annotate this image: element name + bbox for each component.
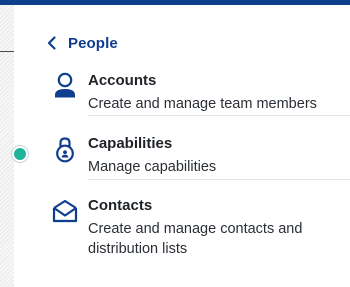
accounts-title: Accounts [88,72,157,89]
left-background-strip [0,5,14,287]
contacts-description: Create and manage contacts and distribut… [88,221,303,257]
lock-icon [50,134,80,164]
menu-item-accounts[interactable]: Accounts Create and manage team members [50,71,350,117]
contacts-title: Contacts [88,197,153,214]
chevron-left-icon [47,36,56,50]
people-panel: People Accounts Create and manage team m… [12,5,350,287]
capabilities-title: Capabilities [88,135,173,152]
divider [88,115,350,116]
accounts-description: Create and manage team members [88,96,317,112]
menu-item-capabilities[interactable]: Capabilities Manage capabilities [50,134,350,180]
divider [88,179,350,180]
capabilities-description: Manage capabilities [88,159,217,175]
back-label: People [68,34,118,52]
person-icon [50,71,80,101]
menu-item-contacts[interactable]: Contacts Create and manage contacts and … [50,196,350,262]
back-to-people-link[interactable]: People [46,30,118,56]
left-strip-divider [0,51,14,52]
resize-handle[interactable] [12,146,28,162]
envelope-open-icon [50,196,80,226]
